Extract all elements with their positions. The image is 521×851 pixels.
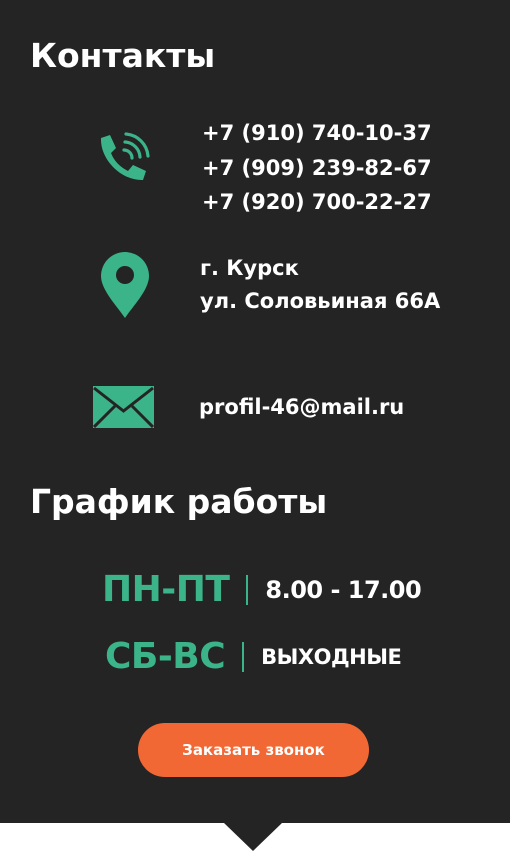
request-call-button[interactable]: Заказать звонок [138,723,369,777]
schedule-hours: ВЫХОДНЫЕ [261,644,402,669]
phone-link-1[interactable]: +7 (910) 740-10-37 [202,116,432,151]
phone-list: +7 (910) 740-10-37 +7 (909) 239-82-67 +7… [202,116,432,220]
location-pin-icon [100,252,150,319]
schedule-days: СБ-ВС [105,636,226,677]
schedule-row-weekdays: ПН-ПТ 8.00 - 17.00 [102,569,422,610]
address-city: г. Курск [200,256,299,280]
panel-pointer-arrow [224,823,282,851]
phone-link-2[interactable]: +7 (909) 239-82-67 [202,151,432,186]
phone-link-3[interactable]: +7 (920) 700-22-27 [202,185,432,220]
divider [242,642,245,672]
contacts-title: Контакты [30,36,216,75]
email-link[interactable]: profil-46@mail.ru [199,390,404,425]
phone-icon [96,132,150,186]
address-street: ул. Соловьиная 66А [200,289,441,313]
schedule-title: График работы [30,482,328,521]
envelope-icon [93,386,154,428]
schedule-hours: 8.00 - 17.00 [265,576,422,604]
contacts-panel: Контакты +7 (910) 740-10-37 +7 (909) 239… [0,0,510,823]
schedule-days: ПН-ПТ [102,569,230,610]
schedule-row-weekend: СБ-ВС ВЫХОДНЫЕ [105,636,402,677]
address: г. Курск ул. Соловьиная 66А [200,252,440,318]
divider [246,575,249,605]
